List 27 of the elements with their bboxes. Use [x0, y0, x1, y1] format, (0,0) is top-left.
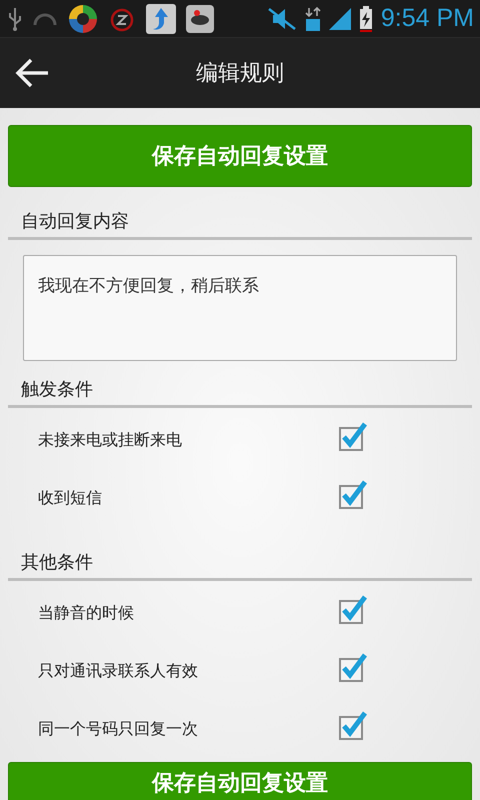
- option-label: 未接来电或挂断来电: [38, 430, 182, 450]
- checkbox[interactable]: [338, 593, 368, 625]
- colorful-circle-icon: [68, 4, 98, 34]
- screen-title: 编辑规则: [195, 60, 285, 88]
- battery-charging-icon: [358, 6, 373, 32]
- checkbox[interactable]: [338, 420, 368, 452]
- mute-icon: [266, 6, 297, 30]
- save-button[interactable]: 保存自动回复设置: [8, 125, 472, 187]
- option-label: 当静音的时候: [38, 602, 134, 624]
- clock-text: 9:54 PM: [380, 4, 474, 33]
- network-3g-icon: [304, 6, 321, 32]
- checkbox[interactable]: [338, 709, 368, 741]
- back-arrow-icon[interactable]: [14, 57, 50, 89]
- option-label: 收到短信: [38, 488, 102, 508]
- gauge-icon: [32, 10, 58, 26]
- section-header: 自动回复内容: [8, 187, 472, 240]
- option-label: 同一个号码只回复一次: [38, 718, 198, 740]
- app-icon: [186, 4, 214, 32]
- checkbox[interactable]: [338, 478, 368, 510]
- option-label: 只对通讯录联系人有效: [38, 660, 198, 682]
- reply-text-field[interactable]: 我现在不方便回复，稍后联系: [23, 255, 457, 361]
- usb-icon: [8, 6, 22, 30]
- section-header: 其他条件: [8, 527, 472, 581]
- save-button[interactable]: 保存自动回复设置: [8, 762, 472, 800]
- section-header: 触发条件: [8, 361, 472, 408]
- signal-icon: [328, 8, 351, 30]
- checkbox[interactable]: [338, 651, 368, 683]
